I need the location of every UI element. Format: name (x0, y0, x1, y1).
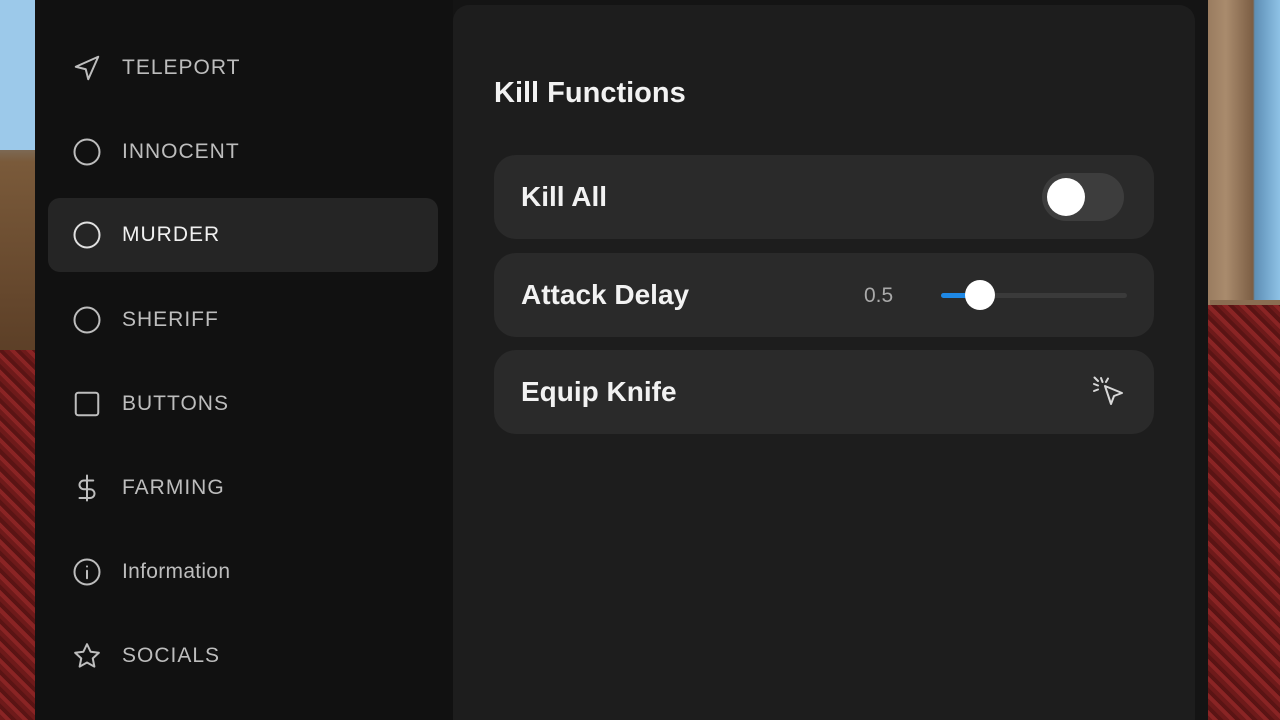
sidebar-item-socials[interactable]: SOCIALS (48, 619, 438, 693)
toggle-knob (1047, 178, 1085, 216)
dollar-icon (72, 473, 102, 503)
navigation-arrow-icon (72, 53, 102, 83)
sidebar-item-farming[interactable]: FARMING (48, 451, 438, 525)
sidebar-item-label: SOCIALS (122, 644, 221, 667)
attack-delay-slider[interactable] (941, 280, 1127, 310)
sidebar-item-label: FARMING (122, 476, 225, 499)
sidebar-item-murder[interactable]: MURDER (48, 198, 438, 272)
script-window: TELEPORT INNOCENT MURDER SHERIFF BUTTONS (35, 0, 1208, 720)
sidebar-item-innocent[interactable]: INNOCENT (48, 115, 438, 189)
main-content: Kill Functions Kill All Attack Delay 0.5… (453, 5, 1195, 720)
sidebar-item-label: Information (122, 560, 231, 583)
background-window-left (0, 0, 40, 150)
sidebar-item-sheriff[interactable]: SHERIFF (48, 283, 438, 357)
info-icon (72, 557, 102, 587)
slider-thumb[interactable] (965, 280, 996, 310)
kill-all-row: Kill All (494, 155, 1154, 239)
click-pointer-icon[interactable] (1088, 372, 1128, 412)
sidebar-item-label: INNOCENT (122, 140, 240, 163)
square-icon (72, 389, 102, 419)
sidebar-item-teleport[interactable]: TELEPORT (48, 31, 438, 105)
kill-all-toggle[interactable] (1042, 173, 1124, 221)
attack-delay-row: Attack Delay 0.5 (494, 253, 1154, 337)
circle-icon (72, 220, 102, 250)
equip-knife-label: Equip Knife (521, 376, 677, 407)
section-title: Kill Functions (494, 77, 686, 109)
star-icon (72, 641, 102, 671)
sidebar: TELEPORT INNOCENT MURDER SHERIFF BUTTONS (35, 0, 453, 720)
equip-knife-row[interactable]: Equip Knife (494, 350, 1154, 434)
attack-delay-label: Attack Delay (521, 279, 690, 310)
attack-delay-value: 0.5 (864, 284, 894, 307)
background-carpet-left (0, 350, 40, 720)
sidebar-item-label: BUTTONS (122, 392, 229, 415)
sidebar-item-label: TELEPORT (122, 56, 241, 79)
sidebar-item-label: MURDER (122, 223, 221, 246)
circle-icon (72, 137, 102, 167)
kill-all-label: Kill All (521, 181, 608, 212)
circle-icon (72, 305, 102, 335)
sidebar-item-label: SHERIFF (122, 308, 219, 331)
sidebar-item-information[interactable]: Information (48, 535, 438, 609)
sidebar-item-buttons[interactable]: BUTTONS (48, 367, 438, 441)
